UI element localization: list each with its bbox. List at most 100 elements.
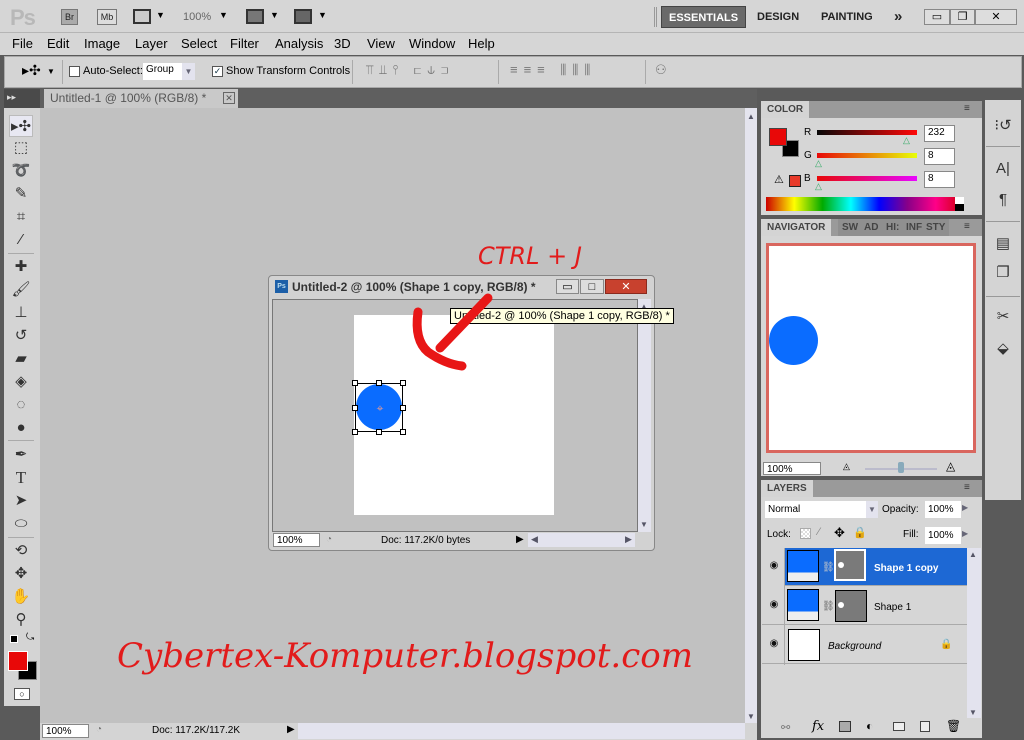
new-group-icon[interactable] [893,722,905,731]
g-value-field[interactable]: 8 [924,148,955,165]
workspace-essentials[interactable]: ESSENTIALS [661,6,747,28]
tab-swatches[interactable]: SW [838,219,863,236]
bridge-button[interactable]: Br [61,9,78,25]
tab-untitled-1[interactable]: Untitled-1 @ 100% (RGB/8) * [44,89,238,108]
zoom-tool[interactable]: ⚲ [9,609,33,631]
move-tool[interactable]: ▸✣ [9,115,33,137]
chevron-down-icon[interactable]: ▼ [866,501,878,518]
opacity-slider-arrow-icon[interactable]: ▶ [962,503,968,512]
default-colors-icon[interactable] [10,635,18,643]
restore-button[interactable]: ❐ [950,9,975,25]
zoom-level-select[interactable]: 100% [183,11,211,23]
link-layers-icon[interactable]: ⚯ [781,721,790,734]
navigator-zoom-thumb[interactable] [898,462,904,473]
clone-source-icon[interactable]: ❐ [993,263,1013,283]
scroll-left-icon[interactable]: ◀ [531,534,538,545]
g-slider-track[interactable] [817,153,917,158]
float-close-button[interactable]: ✕ [605,279,647,294]
lock-all-icon[interactable]: 🔒 [853,526,867,539]
opacity-field[interactable]: 100% [925,501,961,518]
menu-filter[interactable]: Filter [230,36,259,51]
r-slider-thumb[interactable]: △ [903,135,910,146]
extras-icon[interactable] [133,9,151,24]
arrange-documents-icon[interactable] [246,9,264,24]
zoom-in-icon[interactable]: ◬ [946,459,955,473]
eraser-tool[interactable]: ▰ [9,348,33,370]
clone-stamp-tool[interactable]: ⊥ [9,302,33,324]
swap-colors-icon[interactable]: ⤿ [26,632,34,643]
panel-menu-icon[interactable]: ≡ [964,221,970,232]
fill-slider-arrow-icon[interactable]: ▶ [962,529,968,538]
float-maximize-button[interactable]: □ [580,279,604,294]
scroll-down-icon[interactable]: ▼ [969,708,977,717]
menu-image[interactable]: Image [84,36,120,51]
navigator-zoom-field[interactable]: 100% [763,462,821,475]
move-tool-preset-icon[interactable]: ▸✣ [22,62,41,79]
panel-menu-icon[interactable]: ≡ [964,482,970,493]
fill-field[interactable]: 100% [925,527,961,544]
blend-mode-dropdown[interactable]: Normal [765,501,868,518]
transform-handle[interactable] [352,429,358,435]
paragraph-icon[interactable]: ¶ [993,191,1013,211]
b-slider-thumb[interactable]: △ [815,181,822,192]
float-minimize-button[interactable]: ▭ [556,279,579,294]
crop-tool[interactable]: ⌗ [9,206,33,228]
status-menu-arrow-icon[interactable]: ▶ [287,724,295,735]
transform-handle[interactable] [376,380,382,386]
scroll-up-icon[interactable]: ▲ [969,550,977,559]
marquee-tool[interactable]: ⬚ [9,137,33,159]
layer-thumbnail[interactable] [788,629,820,661]
color-foreground-swatch[interactable] [769,128,787,146]
chevron-down-icon[interactable]: ▼ [219,10,228,20]
fx-icon[interactable]: fx [812,719,824,734]
menu-help[interactable]: Help [468,36,495,51]
chevron-down-icon[interactable]: ▼ [156,10,165,20]
layer-name[interactable]: Shape 1 copy [874,563,938,574]
color-spectrum-bar[interactable] [766,197,964,211]
menu-file[interactable]: File [12,36,33,51]
status-info-icon[interactable]: ◔ [326,534,332,545]
eyedropper-tool[interactable]: ⁄ [9,229,33,251]
lock-position-icon[interactable]: ✥ [834,525,845,541]
layer-thumbnail[interactable] [787,589,819,621]
transform-handle[interactable] [400,405,406,411]
workspace-design[interactable]: DESIGN [757,6,799,28]
menu-edit[interactable]: Edit [47,36,69,51]
lock-transparent-icon[interactable] [800,528,811,539]
zoom-out-icon[interactable]: ◬ [843,461,850,472]
workspace-painting[interactable]: PAINTING [821,6,873,28]
lock-pixels-icon[interactable]: ⁄ [818,526,820,538]
hand-tool[interactable]: ✋ [9,586,33,608]
brush-tool[interactable]: 🖌 [9,279,33,301]
lasso-tool[interactable]: ➰ [9,160,33,182]
transform-handle[interactable] [352,380,358,386]
path-selection-tool[interactable]: ➤ [9,490,33,512]
layer-name[interactable]: Shape 1 [874,602,911,613]
tab-styles[interactable]: STY [922,219,950,236]
3d-orbit-tool[interactable]: ✥ [9,563,33,585]
minimize-button[interactable]: ▭ [924,9,950,25]
transform-handle[interactable] [400,429,406,435]
tab-layers[interactable]: LAYERS [761,480,813,497]
gamut-color-swatch[interactable] [789,175,801,187]
type-tool[interactable]: T [9,467,33,489]
menu-3d[interactable]: 3D [334,36,351,51]
tab-navigator[interactable]: NAVIGATOR [761,219,832,236]
menu-analysis[interactable]: Analysis [275,36,323,51]
tool-presets-icon[interactable]: ✂ [993,307,1013,327]
visibility-eye-icon[interactable]: ◉ [766,599,782,615]
float-vertical-scrollbar[interactable] [638,299,651,532]
panel-menu-icon[interactable]: ≡ [964,103,970,114]
pen-tool[interactable]: ✒ [9,444,33,466]
float-zoom-field[interactable]: 100% [273,533,320,547]
b-slider-track[interactable] [817,176,917,181]
layers-scrollbar[interactable] [967,548,981,718]
align-buttons[interactable]: ⫪⫫⫯ ⊏⫝⊐ [366,62,454,78]
auto-select-dropdown[interactable]: Group [143,63,183,80]
burn-tool[interactable]: ● [9,417,33,439]
close-button[interactable]: ✕ [975,9,1017,25]
b-value-field[interactable]: 8 [924,171,955,188]
tab-adjustments[interactable]: AD [860,219,883,236]
transform-center-icon[interactable]: ⌖ [374,402,386,414]
scroll-down-icon[interactable]: ▼ [640,520,648,529]
